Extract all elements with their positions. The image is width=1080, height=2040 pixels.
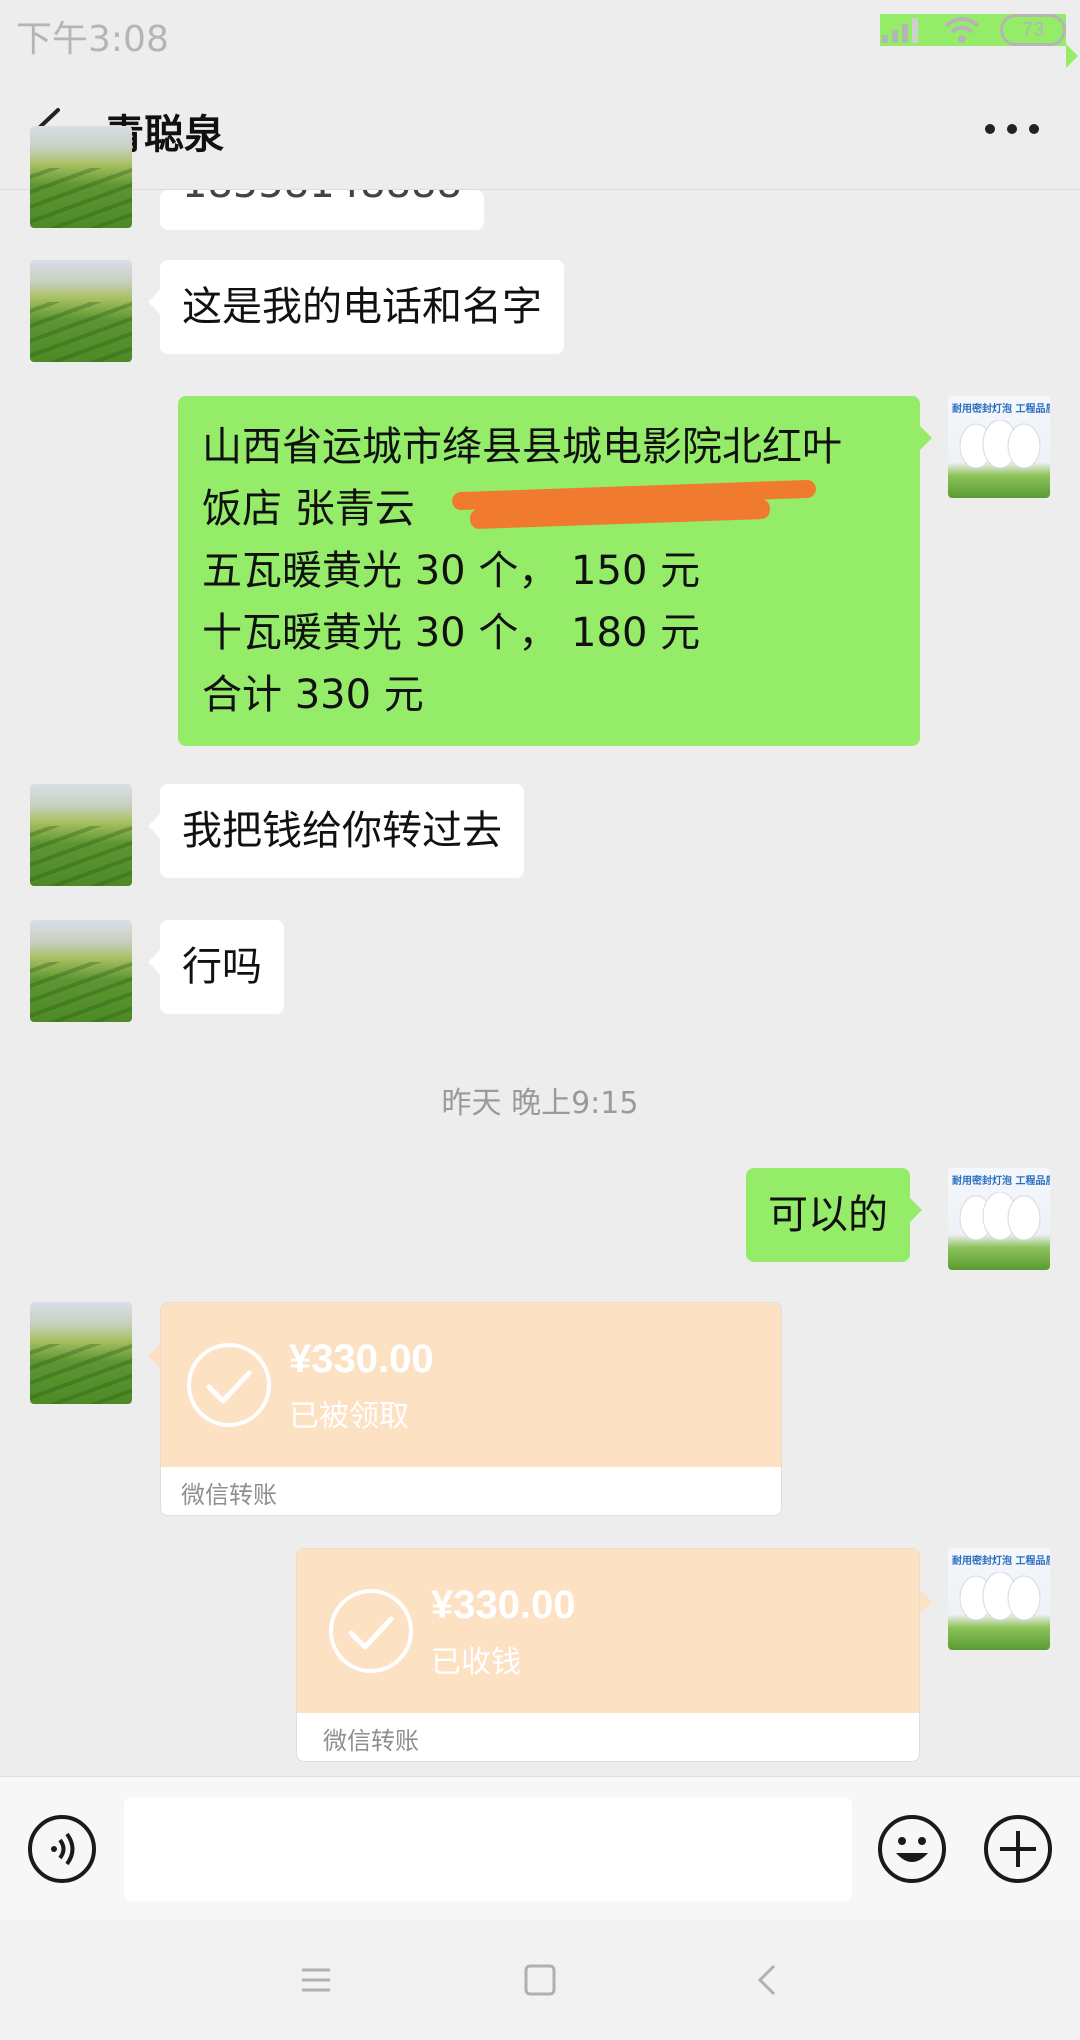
signal-icon	[882, 18, 918, 43]
avatar-brand-text: 耐用密封灯泡 工程品质	[952, 1176, 1050, 1187]
transfer-card[interactable]: ¥330.00 已被领取 微信转账	[160, 1302, 782, 1516]
my-avatar[interactable]: 耐用密封灯泡 工程品质	[948, 1168, 1050, 1270]
back-nav-icon[interactable]	[748, 1960, 788, 2000]
transfer-label: 微信转账	[323, 1727, 419, 1755]
plus-icon[interactable]	[982, 1813, 1054, 1885]
voice-icon[interactable]	[26, 1813, 98, 1885]
transfer-card[interactable]: ¥330.00 已收钱 微信转账	[296, 1548, 920, 1762]
my-avatar[interactable]: 耐用密封灯泡 工程品质	[948, 396, 1050, 498]
message-bubble[interactable]: 我把钱给你转过去	[148, 784, 524, 878]
menu-nav-icon[interactable]	[296, 1960, 336, 2000]
message-line: 十瓦暖黄光 30 个， 180 元	[202, 610, 701, 656]
bulb-image-icon	[959, 420, 1041, 469]
contact-avatar[interactable]	[30, 126, 132, 228]
message-bubble[interactable]: 行吗	[148, 920, 284, 1014]
home-nav-icon[interactable]	[520, 1960, 560, 2000]
bubble-tail	[920, 1590, 932, 1614]
message-input[interactable]	[124, 1797, 852, 1901]
bulb-image-icon	[959, 1192, 1041, 1241]
contact-avatar[interactable]	[30, 1302, 132, 1404]
message-text: 可以的	[768, 1192, 888, 1238]
message-line: 合计 330 元	[202, 672, 424, 718]
contact-avatar[interactable]	[30, 920, 132, 1022]
emoji-icon[interactable]	[876, 1813, 948, 1885]
contact-avatar[interactable]	[30, 260, 132, 362]
bulb-image-icon	[959, 1572, 1041, 1621]
transfer-amount: ¥330.00	[431, 1583, 576, 1627]
status-time: 下午3:08	[16, 19, 169, 60]
message-bubble[interactable]: 可以的	[746, 1168, 922, 1262]
chat-timestamp: 昨天 晚上9:15	[441, 1086, 639, 1121]
status-bar: 下午3:08 73	[0, 0, 1080, 68]
message-bubble[interactable]: 这是我的电话和名字	[148, 260, 564, 354]
more-icon[interactable]	[980, 114, 1044, 144]
input-bar	[0, 1776, 1080, 1920]
my-avatar[interactable]: 耐用密封灯泡 工程品质	[948, 1548, 1050, 1650]
message-text: 行吗	[182, 944, 262, 990]
battery-indicator: 73	[1000, 14, 1066, 46]
transfer-status: 已收钱	[431, 1645, 521, 1680]
check-icon	[329, 1589, 413, 1673]
avatar-brand-text: 耐用密封灯泡 工程品质	[952, 1556, 1050, 1567]
message-text: 这是我的电话和名字	[182, 284, 542, 330]
message-line: 山西省运城市绛县县城电影院北红叶	[202, 424, 842, 470]
avatar-brand-text: 耐用密封灯泡 工程品质	[952, 404, 1050, 415]
check-icon	[187, 1343, 271, 1427]
chat-header: 青聪泉	[0, 66, 1080, 190]
message-text: 我把钱给你转过去	[182, 808, 502, 854]
message-bubble[interactable]: 山西省运城市绛县县城电影院北红叶 饭店 张青云 五瓦暖黄光 30 个， 150 …	[178, 396, 932, 746]
transfer-label: 微信转账	[181, 1481, 277, 1509]
system-nav-bar	[0, 1920, 1080, 2040]
contact-avatar[interactable]	[30, 784, 132, 886]
bubble-tail	[148, 1344, 160, 1368]
transfer-amount: ¥330.00	[289, 1337, 434, 1381]
transfer-status: 已被领取	[289, 1399, 409, 1434]
message-line: 五瓦暖黄光 30 个， 150 元	[202, 548, 701, 594]
wifi-icon	[944, 17, 980, 43]
